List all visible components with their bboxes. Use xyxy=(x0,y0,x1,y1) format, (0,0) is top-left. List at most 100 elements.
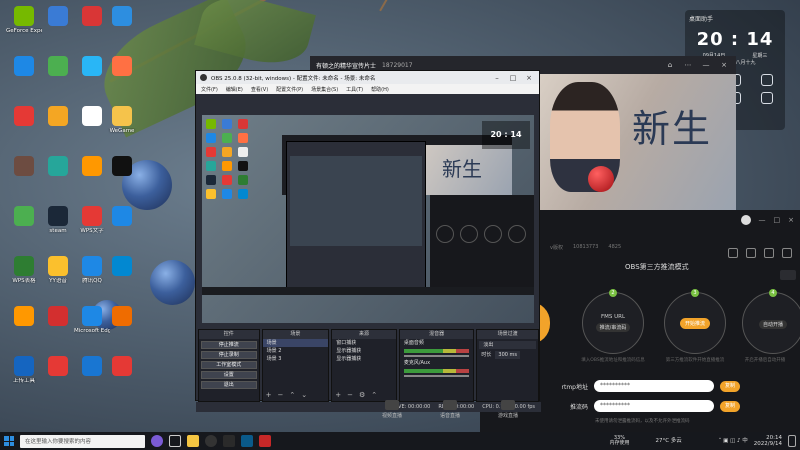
app-icon xyxy=(112,6,132,26)
desktop-icon[interactable] xyxy=(104,56,140,78)
source-item[interactable]: 窗口捕获 xyxy=(332,339,396,347)
maximize-icon[interactable]: □ xyxy=(507,74,519,82)
voice-live-tool[interactable]: 语音直播 xyxy=(433,400,467,419)
step-desc-2: 填入OBS推流地址和推流码信息 xyxy=(581,358,645,363)
close-icon[interactable]: × xyxy=(718,59,730,71)
clock-tool[interactable] xyxy=(753,92,781,106)
desktop-icon[interactable] xyxy=(104,256,140,278)
add-icon[interactable]: + xyxy=(335,391,341,399)
toolbar-icon[interactable] xyxy=(782,248,792,258)
desktop-icon[interactable] xyxy=(6,306,42,328)
windows-start-icon[interactable] xyxy=(4,436,14,446)
menu-edit[interactable]: 编辑(E) xyxy=(226,86,243,93)
cortana-icon[interactable] xyxy=(151,435,163,447)
explorer-icon[interactable] xyxy=(187,435,199,447)
menu-profile[interactable]: 配置文件(P) xyxy=(276,86,303,93)
stop-streaming-button[interactable]: 停止推流 xyxy=(200,341,257,349)
app-taskbar-icon[interactable] xyxy=(241,435,253,447)
down-icon[interactable]: ⌄ xyxy=(301,391,307,399)
desktop-icon[interactable] xyxy=(40,306,76,328)
desktop-icon[interactable] xyxy=(104,356,140,378)
desktop-icon[interactable] xyxy=(6,106,42,128)
menu-help[interactable]: 帮助(H) xyxy=(371,86,389,93)
taskbar-search-input[interactable]: 在这里输入你要搜索的内容 xyxy=(20,434,145,448)
desktop-icon[interactable] xyxy=(40,106,76,128)
desktop-icon[interactable]: WPS表格 xyxy=(6,256,42,284)
audio-meter xyxy=(403,349,470,353)
more-icon[interactable]: ⋯ xyxy=(682,59,694,71)
clock-tool[interactable] xyxy=(753,74,781,88)
menu-file[interactable]: 文件(F) xyxy=(201,86,218,93)
scene-item[interactable]: 场景 2 xyxy=(263,347,329,355)
pin-icon[interactable]: ⌂ xyxy=(664,59,676,71)
avatar[interactable] xyxy=(740,215,751,225)
scene-item[interactable]: 场景 xyxy=(262,339,329,347)
audio-slider[interactable] xyxy=(403,375,470,377)
desktop-icon[interactable] xyxy=(40,156,76,178)
exit-button[interactable]: 退出 xyxy=(200,381,257,389)
up-icon[interactable]: ⌃ xyxy=(289,391,295,399)
source-item[interactable]: 显示器捕获 xyxy=(332,355,396,363)
taskbar-clock[interactable]: 20:14 2022/9/14 xyxy=(754,435,782,447)
toolbar-icon[interactable] xyxy=(728,248,738,258)
duration-input[interactable]: 300 ms xyxy=(495,351,520,359)
gear-icon[interactable]: ⚙ xyxy=(359,391,365,399)
help-button[interactable] xyxy=(780,270,796,280)
menu-tools[interactable]: 工具(T) xyxy=(346,86,363,93)
preview-stream-app xyxy=(430,195,534,295)
app-taskbar-icon[interactable] xyxy=(223,435,235,447)
copy-rtmp-button[interactable]: 复制 xyxy=(720,380,740,392)
desktop-icon[interactable]: steam xyxy=(40,206,76,234)
close-icon[interactable]: × xyxy=(788,216,794,224)
app-icon xyxy=(48,106,68,126)
stop-recording-button[interactable]: 停止录制 xyxy=(200,351,257,359)
obs-preview[interactable]: 新生 20 : 14 xyxy=(202,115,534,323)
copy-key-button[interactable]: 复制 xyxy=(720,400,740,412)
weather[interactable]: 27°C 多云 xyxy=(655,438,681,444)
toolbar-icon[interactable] xyxy=(764,248,774,258)
app-taskbar-icon[interactable] xyxy=(259,435,271,447)
close-icon[interactable]: × xyxy=(523,74,535,82)
maximize-icon[interactable]: □ xyxy=(774,216,781,224)
desktop-icon[interactable]: WeGame xyxy=(104,106,140,134)
menu-scene-collection[interactable]: 场景集合(S) xyxy=(311,86,338,93)
remove-icon[interactable]: − xyxy=(278,391,284,399)
video-live-tool[interactable]: 视频直播 xyxy=(375,400,409,419)
desktop-icon[interactable]: 上传工具 xyxy=(6,356,42,384)
desktop-icon[interactable]: YY语音 xyxy=(40,256,76,284)
task-view-icon[interactable] xyxy=(169,435,181,447)
studio-mode-button[interactable]: 工作室模式 xyxy=(200,361,257,369)
up-icon[interactable]: ⌃ xyxy=(371,391,377,399)
desktop-icon[interactable] xyxy=(104,156,140,178)
obs-taskbar-icon[interactable] xyxy=(205,435,217,447)
desktop-icon[interactable] xyxy=(104,306,140,328)
audio-slider[interactable] xyxy=(403,355,470,357)
player-video-frame[interactable]: 新生 xyxy=(540,74,736,212)
rtmp-input[interactable]: ********** xyxy=(594,380,714,392)
minimize-icon[interactable]: — xyxy=(700,59,712,71)
desktop-icon[interactable] xyxy=(6,56,42,78)
desktop-icon[interactable] xyxy=(104,6,140,28)
minimize-icon[interactable]: — xyxy=(759,216,766,224)
settings-button[interactable]: 设置 xyxy=(200,371,257,379)
transition-select[interactable]: 淡出 xyxy=(479,341,536,349)
remove-icon[interactable]: − xyxy=(347,391,353,399)
menu-view[interactable]: 查看(V) xyxy=(251,86,268,93)
add-icon[interactable]: + xyxy=(266,391,272,399)
desktop-icon[interactable] xyxy=(6,156,42,178)
desktop-icon[interactable] xyxy=(40,56,76,78)
desktop-icon[interactable]: GeForce Experience xyxy=(6,6,42,34)
desktop-icon[interactable] xyxy=(104,206,140,228)
minimize-icon[interactable]: – xyxy=(491,74,503,82)
source-item[interactable]: 显示器捕获 xyxy=(332,347,396,355)
game-live-tool[interactable]: 游戏直播 xyxy=(491,400,525,419)
stream-key-input[interactable]: ********** xyxy=(594,400,714,412)
mixer-channel-label: 桌面音频 xyxy=(403,340,424,346)
scene-item[interactable]: 场景 3 xyxy=(263,355,329,363)
desktop-icon[interactable] xyxy=(40,6,76,28)
desktop-icon[interactable] xyxy=(6,206,42,228)
tray-icons[interactable]: ˄ ▣ ◫ ♪ 中 xyxy=(688,438,748,444)
toolbar-icon[interactable] xyxy=(746,248,756,258)
notification-icon[interactable] xyxy=(788,435,796,447)
desktop-icon[interactable] xyxy=(40,356,76,378)
